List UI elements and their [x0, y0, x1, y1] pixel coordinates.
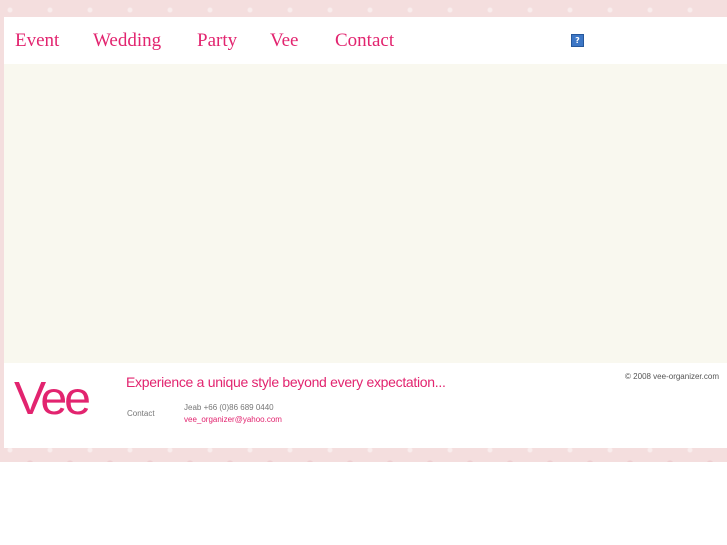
copyright-text: © 2008 vee-organizer.com [625, 372, 719, 381]
main-content [4, 64, 727, 363]
contact-email-link[interactable]: vee_organizer@yahoo.com [184, 415, 282, 424]
contact-phone: Jeab +66 (0)86 689 0440 [184, 403, 274, 412]
nav-item-wedding[interactable]: Wedding [93, 30, 161, 52]
footer: Vee Experience a unique style beyond eve… [4, 363, 727, 448]
nav-item-contact[interactable]: Contact [335, 30, 394, 52]
vee-logo: Vee [14, 372, 91, 424]
nav-item-vee[interactable]: Vee [270, 30, 298, 52]
top-nav: Event Wedding Party Vee Contact ? [4, 17, 727, 64]
nav-item-event[interactable]: Event [15, 30, 59, 52]
tagline: Experience a unique style beyond every e… [126, 374, 446, 390]
nav-item-party[interactable]: Party [197, 30, 237, 52]
missing-plugin-icon[interactable]: ? [571, 34, 584, 47]
contact-label: Contact [127, 409, 155, 418]
